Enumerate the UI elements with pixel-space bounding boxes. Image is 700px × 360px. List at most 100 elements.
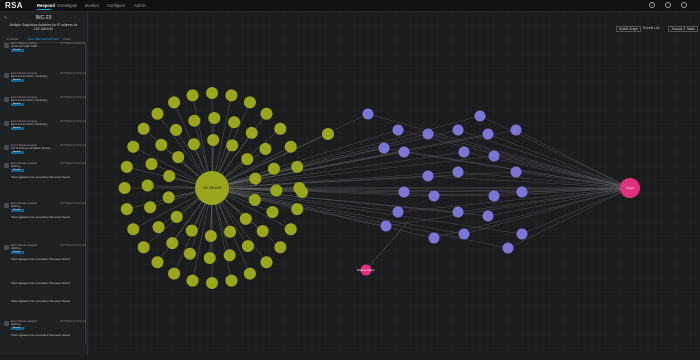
purple-node[interactable] [452,206,464,218]
purple-node[interactable] [398,146,410,158]
green-node[interactable] [152,221,165,234]
item-chip[interactable]: Reveal... [11,127,24,130]
purple-node[interactable] [422,128,434,140]
green-node[interactable] [141,179,154,192]
green-node[interactable] [322,128,334,140]
green-node[interactable] [274,241,287,254]
events-list-button[interactable]: Events List [643,26,660,30]
purple-node[interactable] [488,190,500,202]
item-chip[interactable]: Reveal... [11,151,24,154]
green-node[interactable] [206,87,218,99]
help-icon[interactable]: ? [649,2,655,8]
green-node[interactable] [241,240,254,253]
green-node[interactable] [291,203,304,216]
green-node[interactable] [168,267,181,280]
green-node[interactable] [225,89,238,102]
purple-node[interactable] [458,228,470,240]
green-node[interactable] [224,225,237,238]
green-node[interactable] [186,89,199,102]
green-node[interactable] [151,256,164,269]
purple-node[interactable] [502,242,514,254]
green-node[interactable] [172,151,185,164]
green-node[interactable] [266,206,279,219]
green-node[interactable] [170,210,183,223]
purple-node[interactable] [428,232,440,244]
green-node[interactable] [137,122,150,135]
green-node[interactable] [296,186,308,198]
green-node[interactable] [166,237,179,250]
purple-node[interactable] [516,228,528,240]
graph-svg[interactable]: 192.168.8.63 Target Finance Server [87,11,700,355]
green-node[interactable] [162,191,175,204]
purple-node[interactable] [422,170,434,182]
green-node[interactable] [249,172,262,185]
green-node[interactable] [243,96,256,109]
journal-tasks-button[interactable]: Journal & Tasks [668,26,698,32]
target-node-label[interactable]: Target [626,186,635,190]
green-node[interactable] [163,170,176,183]
nav-tab-respond[interactable]: Respond [37,3,55,8]
nodal-graph-button[interactable]: Nodal Graph [616,26,642,32]
notifications-icon[interactable] [665,2,671,8]
green-node[interactable] [245,126,258,139]
tab-journal[interactable]: JOURNAL [6,37,19,41]
purple-node[interactable] [428,190,440,202]
purple-node[interactable] [452,166,464,178]
item-chip[interactable]: Reveal... [11,49,24,52]
green-node[interactable] [206,277,218,289]
green-node[interactable] [186,274,199,287]
green-node[interactable] [151,107,164,120]
green-node[interactable] [155,138,168,151]
purple-node[interactable] [458,146,470,158]
green-node[interactable] [204,229,217,242]
sidebar-scrollbar[interactable] [85,44,86,344]
item-chip[interactable]: Reveal... [11,327,24,330]
green-node[interactable] [188,114,201,127]
green-node[interactable] [207,134,220,147]
tab-related-indicators[interactable]: RELATED INDICATORS [28,37,58,41]
purple-node[interactable] [488,150,500,162]
purple-node[interactable] [380,220,392,232]
tab-tasks[interactable]: TASKS [62,37,71,41]
purple-node[interactable] [474,110,486,122]
lone-node-label[interactable]: Finance Server [357,268,375,272]
green-node[interactable] [185,224,198,237]
green-node[interactable] [223,249,236,262]
green-node[interactable] [226,139,239,152]
green-node[interactable] [267,162,280,175]
green-node[interactable] [168,96,181,109]
green-node[interactable] [243,267,256,280]
green-node[interactable] [208,112,221,125]
green-node[interactable] [228,116,241,129]
purple-node[interactable] [510,124,522,136]
nav-tab-configure[interactable]: Configure [107,3,125,8]
green-node[interactable] [270,184,283,197]
green-node[interactable] [260,107,273,120]
green-node[interactable] [241,153,254,166]
nav-tab-monitor[interactable]: Monitor [85,3,99,8]
item-chip[interactable]: Reveal... [11,209,24,212]
purple-node[interactable] [378,142,390,154]
hub-node-label[interactable]: 192.168.8.63 [203,186,222,190]
nav-tab-admin[interactable]: Admin [134,3,146,8]
purple-node[interactable] [392,206,404,218]
item-chip[interactable]: Reveal... [11,79,24,82]
green-node[interactable] [187,138,200,151]
green-node[interactable] [145,157,158,170]
green-node[interactable] [291,160,304,173]
green-node[interactable] [248,193,261,206]
green-node[interactable] [137,241,150,254]
item-chip[interactable]: Reveal... [11,251,24,254]
green-node[interactable] [284,223,297,236]
green-node[interactable] [259,142,272,155]
purple-node[interactable] [392,124,404,136]
green-node[interactable] [144,201,157,214]
green-node[interactable] [239,212,252,225]
purple-node[interactable] [510,166,522,178]
item-chip[interactable]: Reveal... [11,169,24,172]
green-node[interactable] [225,274,238,287]
purple-node[interactable] [362,108,374,120]
green-node[interactable] [274,122,287,135]
green-node[interactable] [127,140,140,153]
purple-node[interactable] [398,186,410,198]
